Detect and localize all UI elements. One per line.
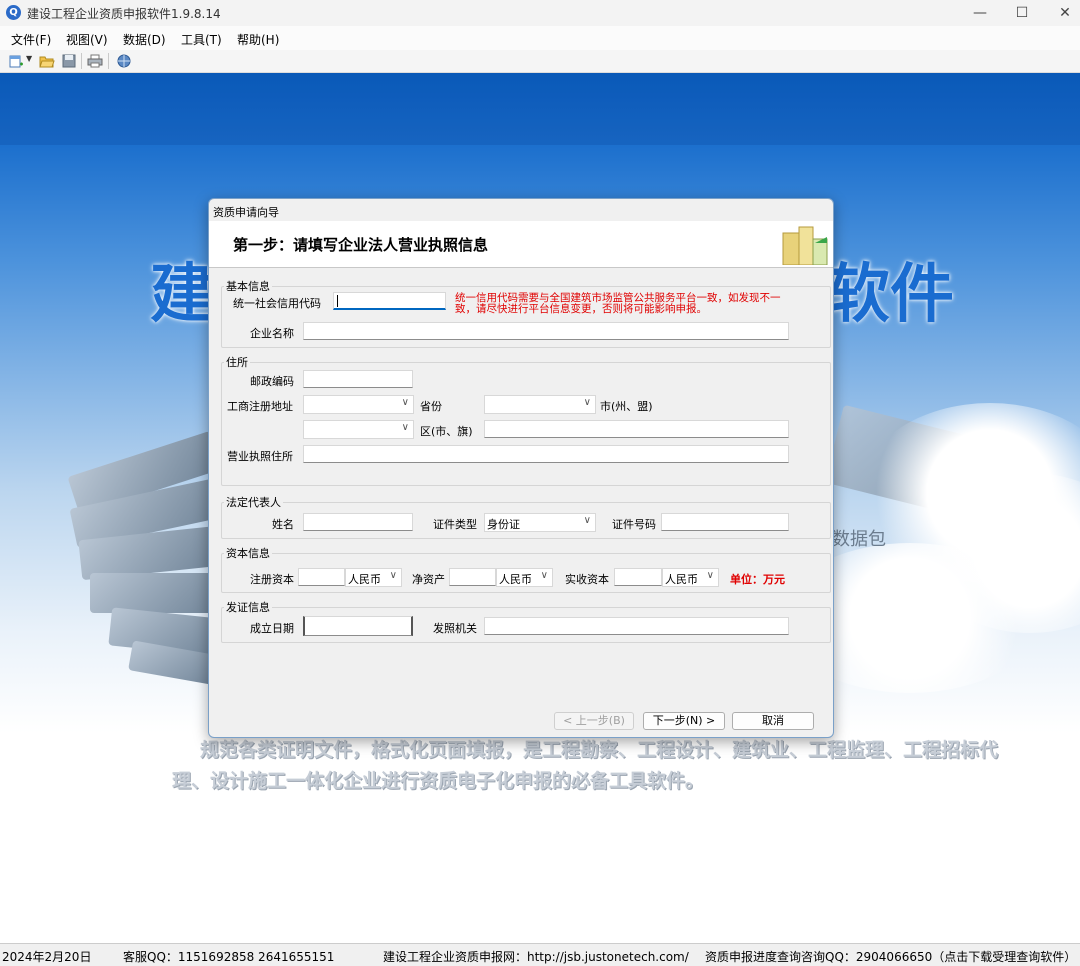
district-label: 区(市、旗) [420, 425, 473, 438]
registered-currency-select[interactable]: 人民币 ∨ [345, 568, 402, 587]
city-label: 市(州、盟) [600, 400, 653, 413]
globe-refresh-icon[interactable] [116, 53, 132, 69]
toolbar-separator [81, 53, 82, 69]
net-assets-input[interactable] [449, 568, 496, 586]
group-legend: 住所 [226, 356, 248, 369]
cancel-button[interactable]: 取消 [732, 712, 814, 730]
save-icon[interactable] [61, 53, 77, 69]
next-step-button[interactable]: 下一步(N) > [643, 712, 725, 730]
issuing-authority-label: 发照机关 [433, 622, 477, 635]
close-button[interactable]: ✕ [1043, 0, 1080, 26]
status-progress-qq-link[interactable]: 资质申报进度查询咨询QQ：2904066650（点击下载受理查询软件） [705, 948, 1076, 965]
menu-bar: 文件(F) 视图(V) 数据(D) 工具(T) 帮助(H) [0, 26, 1080, 50]
license-address-label: 营业执照住所 [227, 450, 293, 463]
minimize-button[interactable]: — [958, 0, 1002, 26]
prev-step-button[interactable]: < 上一步(B) [554, 712, 634, 730]
status-service-qq: 客服QQ：1151692858 2641655151 [123, 950, 335, 964]
net-assets-label: 净资产 [412, 573, 445, 586]
dropdown-arrow-icon[interactable]: ▼ [26, 54, 32, 63]
credit-code-label: 统一社会信用代码 [233, 297, 321, 310]
id-type-select[interactable]: 身份证 ∨ [484, 513, 596, 532]
menu-file[interactable]: 文件(F) [11, 31, 51, 48]
district-input[interactable] [484, 420, 789, 438]
chevron-down-icon: ∨ [540, 570, 548, 581]
menu-data[interactable]: 数据(D) [123, 31, 166, 48]
issuing-authority-input[interactable] [484, 617, 789, 635]
capital-unit-label: 单位：万元 [730, 573, 785, 586]
toolbar-separator [108, 53, 109, 69]
group-legend: 发证信息 [226, 601, 270, 614]
registered-capital-input[interactable] [298, 568, 345, 586]
paid-in-capital-input[interactable] [614, 568, 662, 586]
currency-value: 人民币 [665, 573, 698, 586]
id-type-label: 证件类型 [433, 518, 477, 531]
status-bar: 2024年2月20日 客服QQ：1151692858 2641655151 建设… [0, 943, 1080, 966]
currency-value: 人民币 [348, 573, 381, 586]
rep-name-input[interactable] [303, 513, 413, 531]
background-band [0, 73, 1080, 145]
text-caret [337, 295, 338, 307]
menu-view[interactable]: 视图(V) [66, 31, 108, 48]
group-legend: 资本信息 [226, 547, 270, 560]
window-title: 建设工程企业资质申报软件1.9.8.14 [27, 7, 221, 21]
company-name-input[interactable] [303, 322, 789, 340]
rep-name-label: 姓名 [272, 518, 294, 531]
paid-in-capital-label: 实收资本 [565, 573, 609, 586]
reg-address-label: 工商注册地址 [227, 400, 293, 413]
title-bar: Q 建设工程企业资质申报软件1.9.8.14 — ☐ ✕ [0, 0, 1080, 26]
chevron-down-icon: ∨ [401, 397, 409, 408]
building-logo-icon [782, 226, 828, 265]
group-legend: 法定代表人 [226, 496, 281, 509]
company-name-label: 企业名称 [250, 327, 294, 340]
registered-capital-label: 注册资本 [250, 573, 294, 586]
id-number-label: 证件号码 [612, 518, 656, 531]
app-logo-icon: Q [6, 5, 21, 20]
reg-address-select[interactable]: ∨ [303, 395, 414, 414]
license-address-input[interactable] [303, 445, 789, 463]
credit-code-input[interactable] [333, 292, 446, 310]
chevron-down-icon: ∨ [706, 570, 714, 581]
id-number-input[interactable] [661, 513, 789, 531]
credit-code-warning: 统一信用代码需要与全国建筑市场监管公共服务平台一致，如发现不一致，请尽快进行平台… [455, 292, 781, 315]
established-date-picker[interactable] [303, 616, 413, 636]
application-wizard-dialog: 资质申请向导 第一步：请填写企业法人营业执照信息 基本信息 统一社会信用代码 统… [208, 198, 834, 738]
menu-tools[interactable]: 工具(T) [181, 31, 222, 48]
maximize-button[interactable]: ☐ [1000, 0, 1044, 26]
splash-title-left: 建 [150, 258, 214, 332]
postcode-label: 邮政编码 [250, 375, 294, 388]
established-date-label: 成立日期 [250, 622, 294, 635]
chevron-down-icon: ∨ [583, 397, 591, 408]
currency-value: 人民币 [499, 573, 532, 586]
chevron-down-icon: ∨ [401, 422, 409, 433]
splash-pack-text: 数据包 [832, 529, 886, 550]
splash-title-right: 软件 [826, 258, 954, 332]
open-folder-icon[interactable] [39, 53, 55, 69]
chevron-down-icon: ∨ [389, 570, 397, 581]
step-title: 第一步：请填写企业法人营业执照信息 [233, 236, 489, 254]
print-icon[interactable] [87, 53, 103, 69]
dialog-title: 资质申请向导 [213, 206, 279, 219]
toolbar: ▼ [0, 50, 1080, 73]
id-type-value: 身份证 [487, 518, 520, 531]
net-assets-currency-select[interactable]: 人民币 ∨ [496, 568, 553, 587]
paper-stack-image [90, 573, 220, 613]
postcode-input[interactable] [303, 370, 413, 388]
new-icon[interactable] [8, 53, 24, 69]
city-select[interactable]: ∨ [303, 420, 414, 439]
status-website-link[interactable]: 建设工程企业资质申报网：http://jsb.justonetech.com/ [383, 948, 689, 965]
splash-slogan: 规范各类证明文件，格式化页面填报，是工程勘察、工程设计、建筑业、工程监理、工程招… [172, 739, 999, 792]
menu-help[interactable]: 帮助(H) [237, 31, 279, 48]
status-date: 2024年2月20日 [2, 950, 92, 964]
paid-in-currency-select[interactable]: 人民币 ∨ [662, 568, 719, 587]
province-select[interactable]: ∨ [484, 395, 596, 414]
group-legend: 基本信息 [226, 280, 270, 293]
province-label: 省份 [420, 400, 442, 413]
chevron-down-icon: ∨ [583, 515, 591, 526]
dialog-header: 第一步：请填写企业法人营业执照信息 [209, 221, 833, 268]
